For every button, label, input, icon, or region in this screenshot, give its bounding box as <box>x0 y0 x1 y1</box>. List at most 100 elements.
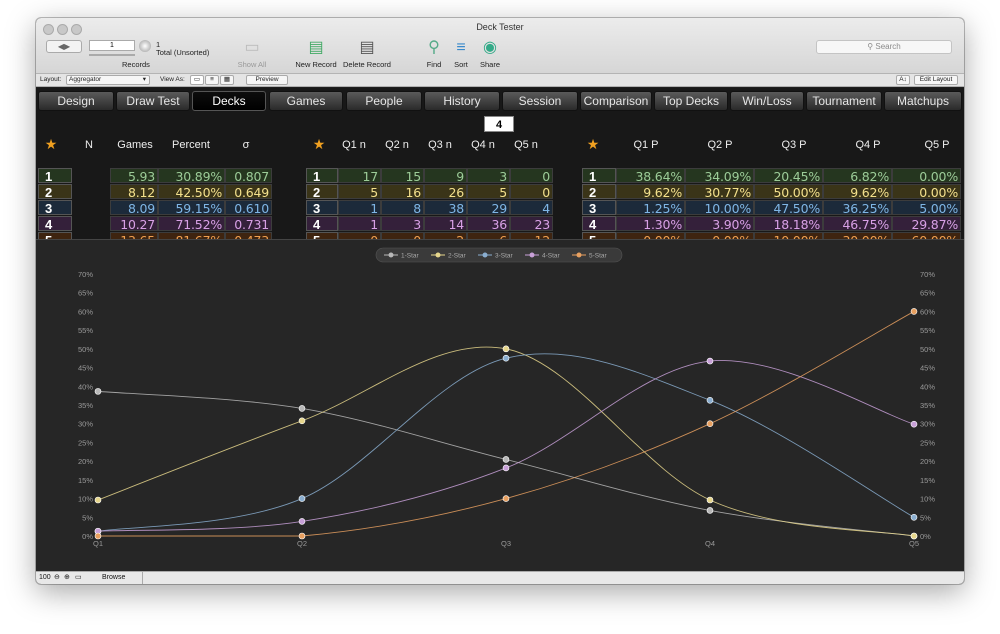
record-total-label: Total (Unsorted) <box>156 48 210 57</box>
q1-count-cell[interactable]: 1 <box>338 216 381 232</box>
record-nav-arrows[interactable]: ◀▶ <box>46 40 82 53</box>
q1-percent-cell[interactable]: 1.30% <box>616 216 685 232</box>
q1-count-cell[interactable]: 5 <box>338 184 381 200</box>
zoom-in-icon[interactable]: ⊕ <box>64 573 70 581</box>
q4-count-cell[interactable]: 5 <box>467 184 510 200</box>
tab-comparison[interactable]: Comparison <box>580 91 652 111</box>
find-button[interactable]: ⚲ Find <box>421 40 447 70</box>
edit-layout-button[interactable]: Edit Layout <box>914 75 958 85</box>
q4-percent-cell[interactable]: 46.75% <box>823 216 892 232</box>
record-slider[interactable] <box>89 54 135 56</box>
tab-decks[interactable]: Decks <box>192 91 266 111</box>
zoom-level[interactable]: 100 <box>39 574 51 581</box>
q5-percent-cell[interactable]: 5.00% <box>892 200 961 216</box>
q1-percent-cell[interactable]: 38.64% <box>616 168 685 184</box>
rank-cell: 2 <box>582 184 616 200</box>
q1-percent-cell[interactable]: 1.25% <box>616 200 685 216</box>
q3-count-cell[interactable]: 26 <box>424 184 467 200</box>
tab-tournament[interactable]: Tournament <box>806 91 882 111</box>
q3-percent-cell[interactable]: 18.18% <box>754 216 823 232</box>
q2-count-cell[interactable]: 16 <box>381 184 424 200</box>
next-record-icon[interactable]: ▶ <box>64 42 70 51</box>
tab-win-loss[interactable]: Win/Loss <box>730 91 804 111</box>
q4-percent-cell[interactable]: 6.82% <box>823 168 892 184</box>
q5-count-cell[interactable]: 0 <box>510 168 553 184</box>
q4-count-cell[interactable]: 29 <box>467 200 510 216</box>
sigma-cell[interactable]: 0.731 <box>225 216 272 232</box>
q2-percent-cell[interactable]: 3.90% <box>685 216 754 232</box>
tab-matchups[interactable]: Matchups <box>884 91 962 111</box>
q2-count-cell[interactable]: 8 <box>381 200 424 216</box>
sort-button[interactable]: ≡ Sort <box>448 40 474 70</box>
q2-percent-cell[interactable]: 30.77% <box>685 184 754 200</box>
status-toolbar-toggle-icon[interactable]: ▭ <box>75 573 82 581</box>
view-as-form-button[interactable]: ▭ <box>190 75 204 85</box>
percent-cell[interactable]: 30.89% <box>158 168 225 184</box>
q5-percent-cell[interactable]: 0.00% <box>892 168 961 184</box>
games-cell[interactable]: 10.27 <box>110 216 158 232</box>
sigma-cell[interactable]: 0.807 <box>225 168 272 184</box>
delete-record-button[interactable]: ▤ Delete Record <box>340 40 394 70</box>
data-point-3-star <box>706 397 714 404</box>
q2-count-cell[interactable]: 3 <box>381 216 424 232</box>
legend-label: 4-Star <box>542 253 561 260</box>
q2-count-cell[interactable]: 15 <box>381 168 424 184</box>
q1-count-cell[interactable]: 1 <box>338 200 381 216</box>
data-point-3-star <box>298 495 306 502</box>
games-cell[interactable]: 5.93 <box>110 168 158 184</box>
q2-percent-cell[interactable]: 10.00% <box>685 200 754 216</box>
new-record-button[interactable]: ▤ New Record <box>294 40 338 70</box>
q1-percent-cell[interactable]: 9.62% <box>616 184 685 200</box>
tab-top-decks[interactable]: Top Decks <box>654 91 728 111</box>
q3-count-cell[interactable]: 38 <box>424 200 467 216</box>
q5-percent-cell[interactable]: 29.87% <box>892 216 961 232</box>
q4-percent-cell[interactable]: 36.25% <box>823 200 892 216</box>
percent-cell[interactable]: 71.52% <box>158 216 225 232</box>
series-line-3-star <box>97 353 915 532</box>
q3-percent-cell[interactable]: 20.45% <box>754 168 823 184</box>
games-cell[interactable]: 8.12 <box>110 184 158 200</box>
data-point-3-star <box>910 513 918 521</box>
sigma-cell[interactable]: 0.610 <box>225 200 272 216</box>
tab-people[interactable]: People <box>346 91 422 111</box>
layout-select[interactable]: Aggregator ▾ <box>66 75 150 85</box>
font-size-button[interactable]: A↕ <box>896 75 910 85</box>
q4-count-cell[interactable]: 3 <box>467 168 510 184</box>
q3-percent-cell[interactable]: 50.00% <box>754 184 823 200</box>
show-all-icon: ▭ <box>244 39 260 56</box>
q5-count-cell[interactable]: 4 <box>510 200 553 216</box>
deck-number-field[interactable]: 4 <box>484 116 514 132</box>
view-as-table-button[interactable]: ▦ <box>220 75 234 85</box>
tab-design[interactable]: Design <box>38 91 114 111</box>
view-as-list-button[interactable]: ≡ <box>205 75 219 85</box>
sigma-cell[interactable]: 0.649 <box>225 184 272 200</box>
q4-percent-cell[interactable]: 9.62% <box>823 184 892 200</box>
percent-cell[interactable]: 42.50% <box>158 184 225 200</box>
q5-count-cell[interactable]: 0 <box>510 184 553 200</box>
games-cell[interactable]: 8.09 <box>110 200 158 216</box>
y-tick-label-left: 45% <box>78 364 93 373</box>
tab-session[interactable]: Session <box>502 91 578 111</box>
share-button[interactable]: ◉ Share <box>476 40 504 70</box>
q5-count-cell[interactable]: 23 <box>510 216 553 232</box>
q3-percent-cell[interactable]: 47.50% <box>754 200 823 216</box>
preview-button[interactable]: Preview <box>246 75 288 85</box>
q3-count-cell[interactable]: 9 <box>424 168 467 184</box>
tab-history[interactable]: History <box>424 91 500 111</box>
show-all-button[interactable]: ▭ Show All <box>232 39 272 70</box>
q3-count-cell[interactable]: 14 <box>424 216 467 232</box>
zoom-out-icon[interactable]: ⊖ <box>54 573 60 581</box>
tab-games[interactable]: Games <box>269 91 343 111</box>
column-header: N <box>85 139 93 151</box>
q5-percent-cell[interactable]: 0.00% <box>892 184 961 200</box>
percent-cell[interactable]: 59.15% <box>158 200 225 216</box>
q4-count-cell[interactable]: 36 <box>467 216 510 232</box>
q1-count-cell[interactable]: 17 <box>338 168 381 184</box>
legend-swatch-dot <box>576 252 582 258</box>
legend-label: 3-Star <box>495 253 514 260</box>
q2-percent-cell[interactable]: 34.09% <box>685 168 754 184</box>
tab-draw-test[interactable]: Draw Test <box>116 91 190 111</box>
search-input[interactable]: ⚲ Search <box>816 40 952 54</box>
record-number-field[interactable]: 1 <box>89 40 135 51</box>
rank-cell: 2 <box>38 184 72 200</box>
